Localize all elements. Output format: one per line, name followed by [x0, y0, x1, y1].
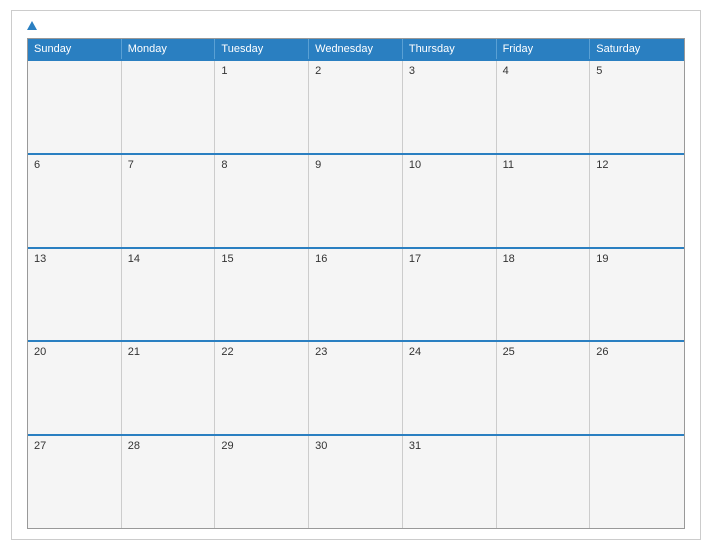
day-number: 11 [503, 159, 584, 172]
week-row-1: 12345 [28, 59, 684, 153]
day-header-sunday: Sunday [28, 39, 122, 59]
calendar-header [27, 21, 685, 30]
day-number: 29 [221, 440, 302, 453]
day-cell: 13 [28, 249, 122, 341]
day-number: 21 [128, 346, 209, 359]
day-cell: 25 [497, 342, 591, 434]
day-number: 18 [503, 253, 584, 266]
day-cell: 8 [215, 155, 309, 247]
day-cell: 27 [28, 436, 122, 528]
day-cell [497, 436, 591, 528]
day-cell: 1 [215, 61, 309, 153]
day-cell: 26 [590, 342, 684, 434]
day-number: 9 [315, 159, 396, 172]
day-number: 26 [596, 346, 678, 359]
day-number: 13 [34, 253, 115, 266]
day-number: 27 [34, 440, 115, 453]
day-cell: 21 [122, 342, 216, 434]
day-header-saturday: Saturday [590, 39, 684, 59]
day-header-tuesday: Tuesday [215, 39, 309, 59]
day-number: 16 [315, 253, 396, 266]
day-number: 30 [315, 440, 396, 453]
day-cell: 7 [122, 155, 216, 247]
day-number: 5 [596, 65, 678, 78]
day-cell: 28 [122, 436, 216, 528]
day-cell: 5 [590, 61, 684, 153]
day-number: 10 [409, 159, 490, 172]
day-cell: 6 [28, 155, 122, 247]
day-cell: 20 [28, 342, 122, 434]
week-row-4: 20 21 22 23 24 25 26 [28, 340, 684, 434]
day-number: 23 [315, 346, 396, 359]
day-number: 12 [596, 159, 678, 172]
day-cell: 16 [309, 249, 403, 341]
day-cell: 3 [403, 61, 497, 153]
day-cell: 4 [497, 61, 591, 153]
day-cell: 31 [403, 436, 497, 528]
day-cell: 24 [403, 342, 497, 434]
day-header-wednesday: Wednesday [309, 39, 403, 59]
day-number: 31 [409, 440, 490, 453]
day-cell: 14 [122, 249, 216, 341]
day-cell [28, 61, 122, 153]
day-number: 4 [503, 65, 584, 78]
day-number: 3 [409, 65, 490, 78]
day-cell: 15 [215, 249, 309, 341]
day-cell: 29 [215, 436, 309, 528]
day-cell: 30 [309, 436, 403, 528]
day-number: 8 [221, 159, 302, 172]
day-header-thursday: Thursday [403, 39, 497, 59]
day-number: 20 [34, 346, 115, 359]
week-row-3: 13 14 15 16 17 18 19 [28, 247, 684, 341]
day-header-monday: Monday [122, 39, 216, 59]
day-cell: 22 [215, 342, 309, 434]
day-number: 14 [128, 253, 209, 266]
day-number: 15 [221, 253, 302, 266]
day-cell: 12 [590, 155, 684, 247]
day-number: 17 [409, 253, 490, 266]
day-number: 22 [221, 346, 302, 359]
day-cell [590, 436, 684, 528]
week-row-2: 6789 10 11 12 [28, 153, 684, 247]
day-number: 6 [34, 159, 115, 172]
day-cell: 17 [403, 249, 497, 341]
logo-blue-text [27, 21, 39, 30]
week-row-5: 27 28 29 30 31 [28, 434, 684, 528]
day-number: 2 [315, 65, 396, 78]
day-number: 19 [596, 253, 678, 266]
weeks-container: 1234567891011121314151617181920212223242… [28, 59, 684, 528]
day-cell: 10 [403, 155, 497, 247]
day-header-friday: Friday [497, 39, 591, 59]
calendar: SundayMondayTuesdayWednesdayThursdayFrid… [11, 10, 701, 540]
day-number: 25 [503, 346, 584, 359]
day-cell: 11 [497, 155, 591, 247]
logo [27, 21, 39, 30]
calendar-grid: SundayMondayTuesdayWednesdayThursdayFrid… [27, 38, 685, 529]
day-headers-row: SundayMondayTuesdayWednesdayThursdayFrid… [28, 39, 684, 59]
logo-triangle-icon [27, 21, 37, 30]
day-cell: 9 [309, 155, 403, 247]
day-cell: 19 [590, 249, 684, 341]
day-cell: 18 [497, 249, 591, 341]
day-cell: 23 [309, 342, 403, 434]
day-number: 7 [128, 159, 209, 172]
day-number: 1 [221, 65, 302, 78]
day-number: 28 [128, 440, 209, 453]
day-cell: 2 [309, 61, 403, 153]
day-number: 24 [409, 346, 490, 359]
day-cell [122, 61, 216, 153]
